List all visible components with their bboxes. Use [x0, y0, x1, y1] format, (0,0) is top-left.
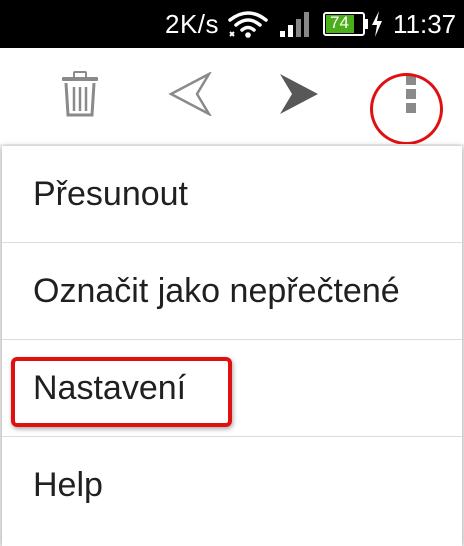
- message-toolbar: [0, 48, 464, 145]
- menu-item-move[interactable]: Přesunout: [2, 146, 462, 243]
- next-icon: [276, 72, 322, 121]
- previous-button[interactable]: [155, 48, 225, 144]
- trash-icon: [60, 70, 100, 122]
- menu-item-label: Přesunout: [33, 175, 188, 213]
- menu-item-label: Nastavení: [33, 369, 187, 407]
- battery-level: 74: [330, 13, 349, 32]
- status-bar: 2K/s 74 11:37: [0, 0, 464, 48]
- next-button[interactable]: [264, 48, 334, 144]
- network-speed: 2K/s: [165, 9, 220, 39]
- overflow-menu: Přesunout Označit jako nepřečtené Nastav…: [2, 146, 462, 546]
- wifi-icon: [228, 10, 268, 43]
- previous-icon: [167, 70, 213, 121]
- menu-item-help[interactable]: Help: [2, 437, 462, 534]
- menu-item-settings[interactable]: Nastavení: [2, 340, 462, 437]
- signal-icon: [278, 10, 312, 43]
- menu-item-label: Označit jako nepřečtené: [33, 272, 400, 310]
- delete-button[interactable]: [45, 48, 115, 144]
- menu-item-label: Help: [33, 466, 103, 504]
- charging-icon: [370, 10, 384, 43]
- more-options-icon: [404, 73, 418, 120]
- menu-item-mark-unread[interactable]: Označit jako nepřečtené: [2, 243, 462, 340]
- clock: 11:37: [393, 9, 457, 39]
- more-options-button[interactable]: [376, 48, 446, 144]
